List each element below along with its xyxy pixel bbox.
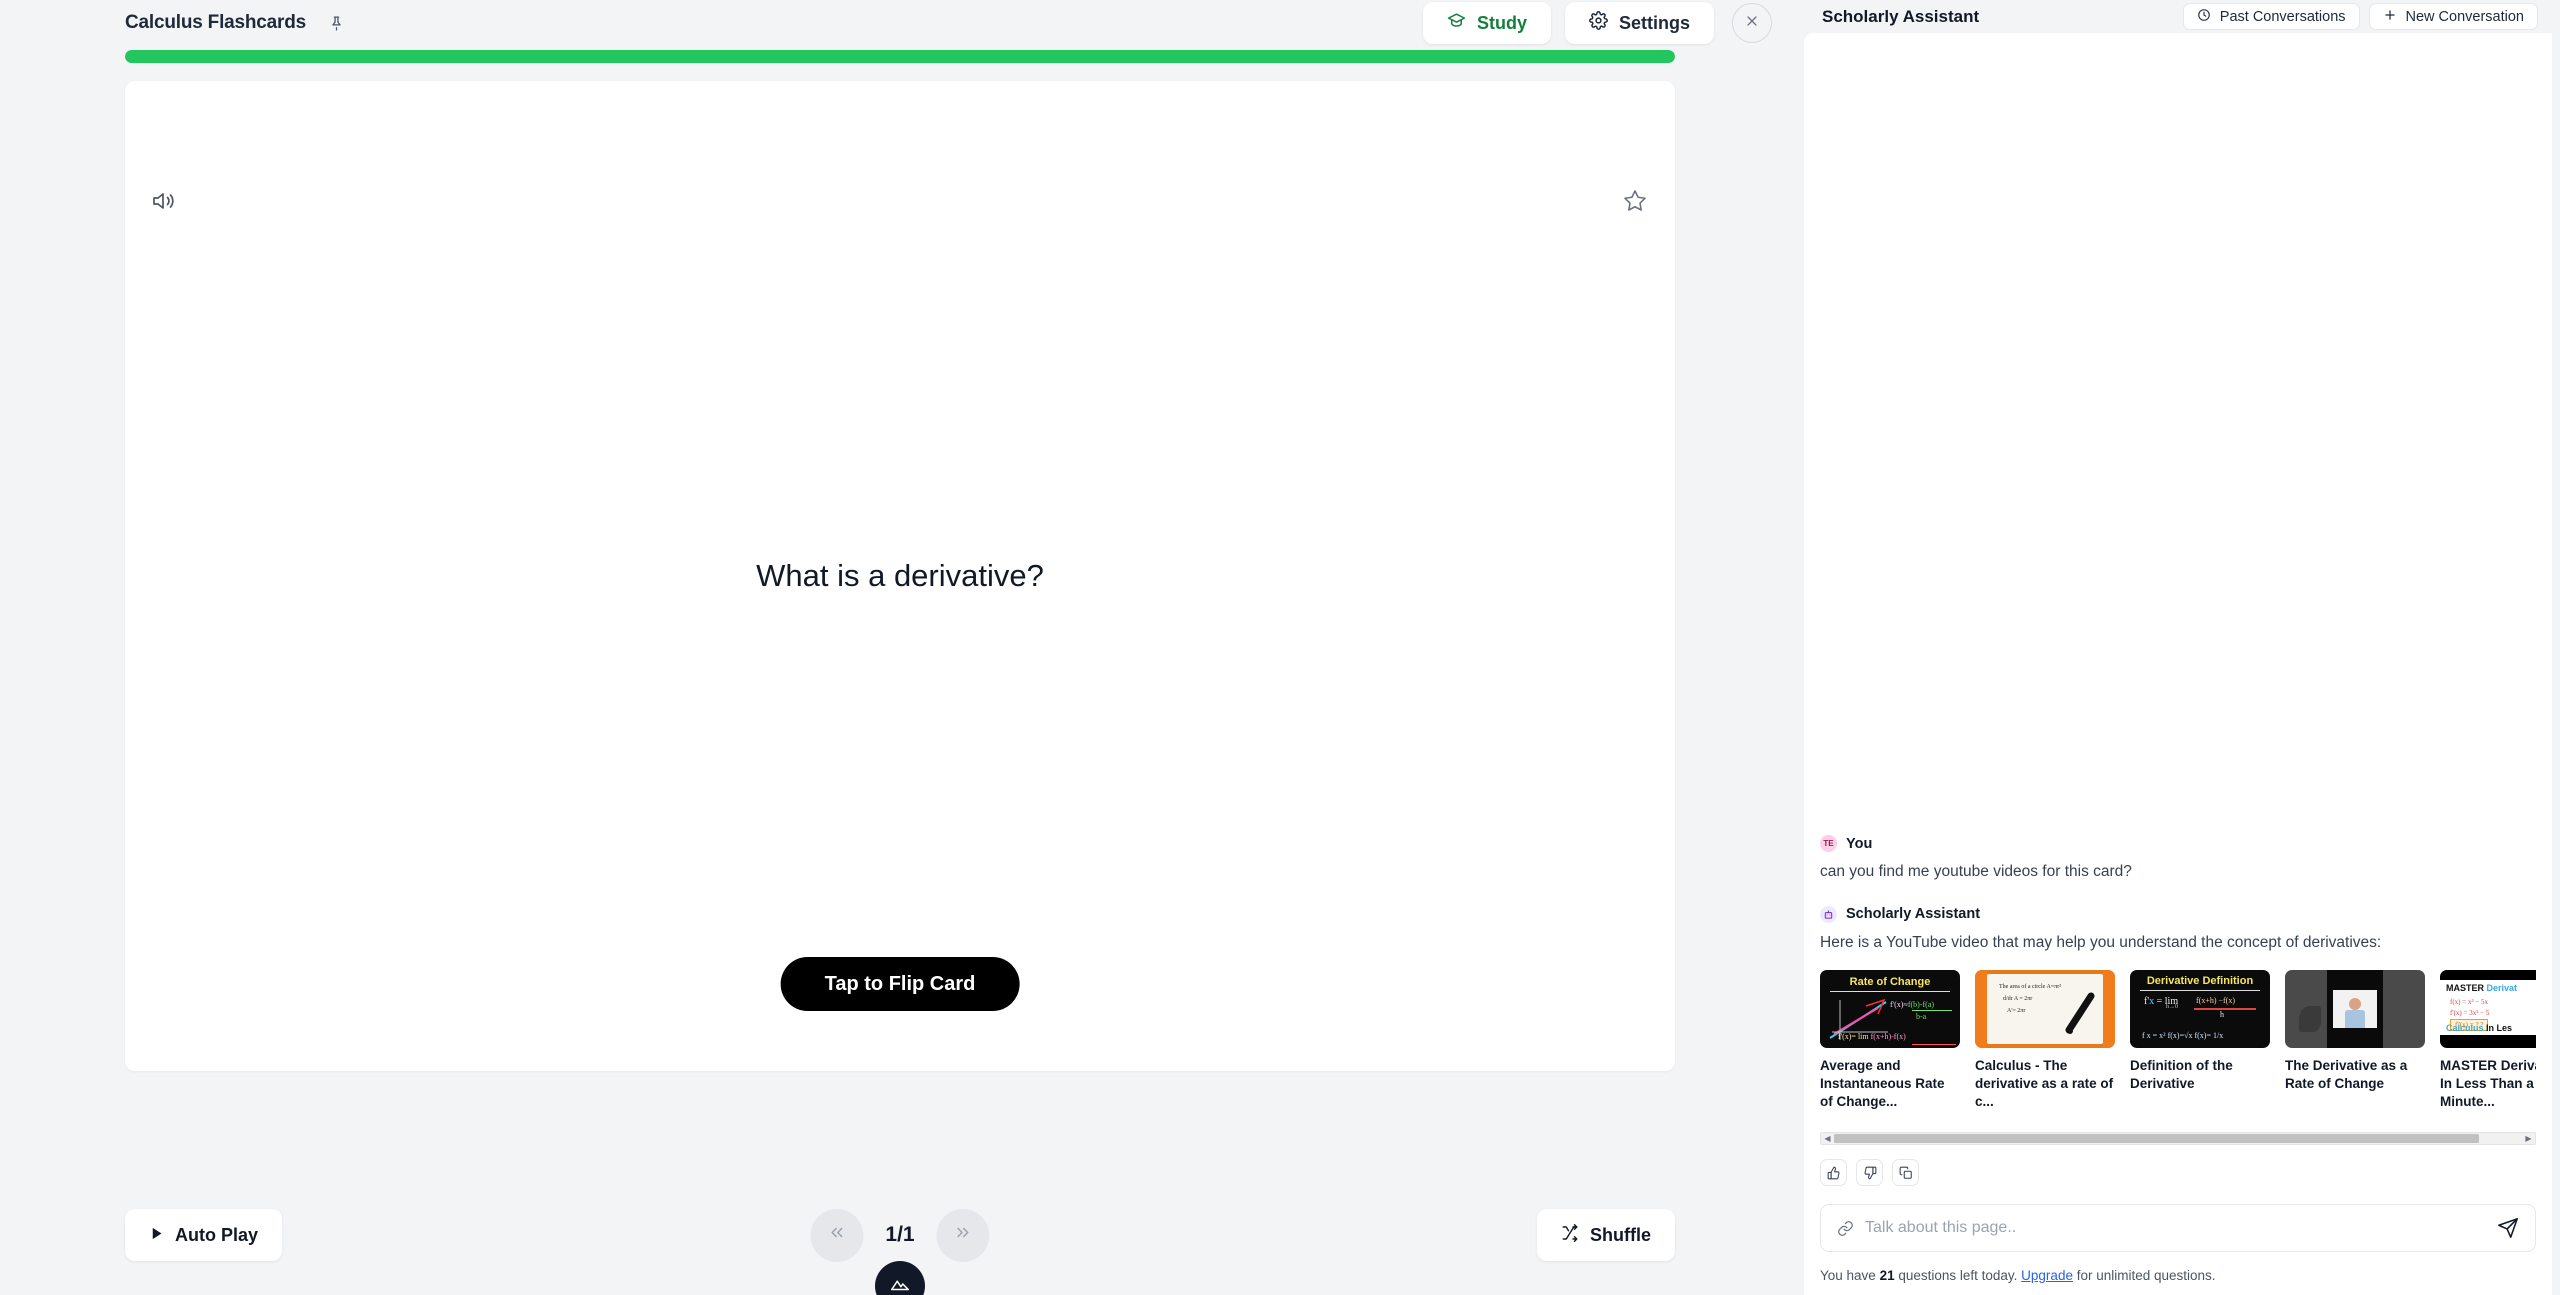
chat-input[interactable] bbox=[1865, 1219, 2486, 1237]
scroll-right-icon[interactable]: ▶ bbox=[2522, 1134, 2535, 1143]
shuffle-icon bbox=[1561, 1223, 1579, 1247]
study-label: Study bbox=[1476, 12, 1527, 33]
robot-icon bbox=[1820, 905, 1837, 923]
chevron-double-left-icon bbox=[827, 1222, 846, 1248]
chat-message-user: TE You can you find me youtube videos fo… bbox=[1820, 835, 2536, 883]
avatar: TE bbox=[1820, 835, 1837, 853]
progress-bar-fill bbox=[125, 50, 1675, 63]
flip-card-button[interactable]: Tap to Flip Card bbox=[780, 957, 1020, 1011]
thumbs-up-icon[interactable] bbox=[1820, 1159, 1847, 1186]
flashcard-topbar: Calculus Flashcards Study Settings bbox=[0, 0, 1800, 46]
composer[interactable] bbox=[1820, 1204, 2536, 1252]
past-conversations-button[interactable]: Past Conversations bbox=[2182, 3, 2360, 30]
quota-notice: You have 21 questions left today. Upgrad… bbox=[1804, 1260, 2552, 1295]
quota-suffix: for unlimited questions. bbox=[2072, 1268, 2216, 1283]
message-author: Scholarly Assistant bbox=[1846, 906, 1981, 923]
message-text: Here is a YouTube video that may help yo… bbox=[1820, 933, 2382, 951]
link-icon bbox=[1837, 1220, 1854, 1237]
pin-icon[interactable] bbox=[328, 15, 345, 32]
assistant-pane: Scholarly Assistant Past Conversations N… bbox=[1800, 0, 2560, 1295]
clock-icon bbox=[2197, 8, 2211, 26]
close-icon bbox=[1744, 13, 1760, 34]
prev-card-button[interactable] bbox=[810, 1208, 864, 1262]
video-title: Definition of the Derivative bbox=[2130, 1058, 2233, 1092]
gear-icon bbox=[1589, 11, 1608, 35]
send-icon[interactable] bbox=[2497, 1217, 2519, 1239]
video-thumbnail[interactable]: The area of a circle A=πr² d/dr A = 2πr A'… bbox=[1975, 970, 2115, 1049]
message-text: can you find me youtube videos for this … bbox=[1820, 863, 2132, 881]
message-author: You bbox=[1846, 835, 1873, 852]
plus-icon bbox=[2383, 8, 2397, 26]
page-counter: 1/1 bbox=[885, 1223, 915, 1246]
video-title: The Derivative as a Rate of Change bbox=[2285, 1058, 2408, 1092]
floating-action-button[interactable] bbox=[875, 1261, 925, 1295]
shuffle-button[interactable]: Shuffle bbox=[1537, 1209, 1675, 1261]
upgrade-link[interactable]: Upgrade bbox=[2021, 1268, 2073, 1283]
video-title: MASTER Derivatives In Less Than a Minute… bbox=[2440, 1058, 2536, 1110]
video-thumbnail[interactable]: Rate of Change f'(x)≈f(b)-f(a) b-a f'(x)= l… bbox=[1820, 970, 1960, 1049]
auto-play-button[interactable]: Auto Play bbox=[125, 1209, 283, 1261]
video-result[interactable]: The Derivative as a Rate of Change bbox=[2285, 970, 2425, 1111]
pager: 1/1 bbox=[810, 1208, 990, 1262]
video-title: Average and Instantaneous Rate of Change… bbox=[1820, 1058, 1945, 1110]
deck-title: Calculus Flashcards bbox=[125, 12, 306, 33]
video-result[interactable]: Rate of Change f'(x)≈f(b)-f(a) b-a f'(x)= l… bbox=[1820, 970, 1960, 1111]
quota-count: 21 bbox=[1879, 1268, 1895, 1283]
chat-container: TE You can you find me youtube videos fo… bbox=[1804, 33, 2552, 1295]
next-card-button[interactable] bbox=[936, 1208, 990, 1262]
flashcard-pane: Calculus Flashcards Study Settings What … bbox=[0, 0, 1800, 1295]
past-conversations-label: Past Conversations bbox=[2219, 8, 2346, 25]
message-actions bbox=[1804, 1145, 2552, 1186]
message-header: TE You bbox=[1820, 835, 2536, 853]
video-thumbnail[interactable]: Derivative Definition f'x = lim f(x+h) −f(… bbox=[2130, 970, 2270, 1049]
thumbs-down-icon[interactable] bbox=[1856, 1159, 1883, 1186]
video-title: Calculus - The derivative as a rate of c… bbox=[1975, 1058, 2114, 1110]
shuffle-label: Shuffle bbox=[1590, 1224, 1651, 1245]
study-button[interactable]: Study bbox=[1422, 2, 1551, 44]
assistant-header: Scholarly Assistant Past Conversations N… bbox=[1800, 0, 2552, 33]
close-button[interactable] bbox=[1732, 3, 1772, 43]
chat-messages[interactable]: TE You can you find me youtube videos fo… bbox=[1804, 33, 2552, 1121]
graduation-cap-icon bbox=[1447, 11, 1466, 35]
assistant-title: Scholarly Assistant bbox=[1822, 6, 1980, 26]
new-conversation-button[interactable]: New Conversation bbox=[2368, 3, 2538, 30]
mountain-icon bbox=[889, 1273, 911, 1295]
settings-label: Settings bbox=[1618, 12, 1690, 33]
quota-prefix: You have bbox=[1820, 1268, 1880, 1283]
flashcard-controls: Auto Play 1/1 Shuffle bbox=[0, 1175, 1800, 1295]
play-icon bbox=[149, 1225, 164, 1246]
chat-message-assistant: Scholarly Assistant Here is a YouTube vi… bbox=[1820, 905, 2536, 1115]
video-thumbnail[interactable] bbox=[2285, 970, 2425, 1049]
quota-middle: questions left today. bbox=[1894, 1268, 2022, 1283]
copy-icon[interactable] bbox=[1892, 1159, 1919, 1186]
new-conversation-label: New Conversation bbox=[2405, 8, 2524, 25]
chevron-double-right-icon bbox=[954, 1222, 973, 1248]
progress-bar-track bbox=[125, 50, 1675, 63]
app-root: Calculus Flashcards Study Settings What … bbox=[0, 0, 2560, 1295]
settings-button[interactable]: Settings bbox=[1564, 2, 1714, 44]
video-result[interactable]: Derivative Definition f'x = lim f(x+h) −f(… bbox=[2130, 970, 2270, 1111]
video-results-row[interactable]: Rate of Change f'(x)≈f(b)-f(a) b-a f'(x)= l… bbox=[1820, 970, 2536, 1115]
video-scrollbar[interactable]: ◀ ▶ bbox=[1820, 1132, 2536, 1145]
video-result[interactable]: The area of a circle A=πr² d/dr A = 2πr A'… bbox=[1975, 970, 2115, 1111]
video-result[interactable]: MASTER Derivat f(x) = x³ − 5x f'(x) = 3x² … bbox=[2440, 970, 2536, 1111]
message-header: Scholarly Assistant bbox=[1820, 905, 2536, 923]
flashcard[interactable]: What is a derivative? Tap to Flip Card bbox=[125, 81, 1675, 1071]
scroll-left-icon[interactable]: ◀ bbox=[1821, 1134, 1834, 1143]
flashcard-question: What is a derivative? bbox=[756, 558, 1044, 593]
video-thumbnail[interactable]: MASTER Derivat f(x) = x³ − 5x f'(x) = 3x² … bbox=[2440, 970, 2536, 1049]
flashcard-area: What is a derivative? Tap to Flip Card bbox=[0, 63, 1800, 1175]
scrollbar-thumb[interactable] bbox=[1834, 1134, 2479, 1143]
auto-play-label: Auto Play bbox=[175, 1224, 259, 1245]
composer-area bbox=[1804, 1186, 2552, 1260]
